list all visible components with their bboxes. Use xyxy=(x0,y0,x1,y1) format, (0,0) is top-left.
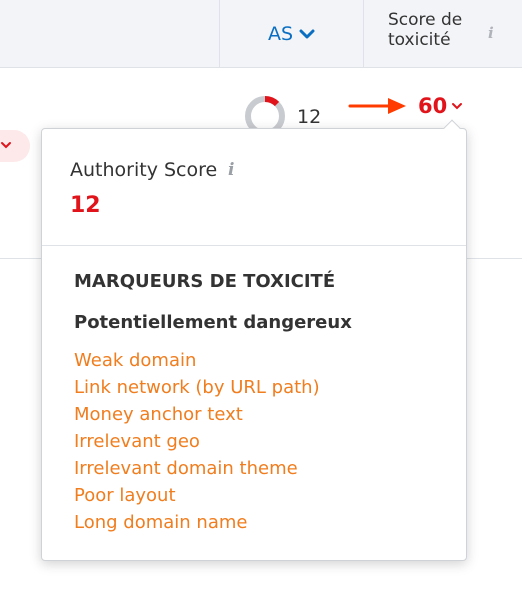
marker-link-poor-layout[interactable]: Poor layout xyxy=(74,482,320,509)
toxicity-popover: Authority Score i 12 MARQUEURS DE TOXICI… xyxy=(41,119,467,561)
marker-link-money-anchor[interactable]: Money anchor text xyxy=(74,401,320,428)
authority-score-value: 12 xyxy=(297,106,322,128)
toxicity-markers-subtitle: Potentiellement dangereux xyxy=(74,312,352,333)
chevron-down-icon xyxy=(299,29,315,39)
popover-as-title: Authority Score xyxy=(70,159,218,181)
info-icon[interactable]: i xyxy=(488,24,494,42)
column-header-as[interactable]: AS xyxy=(220,0,363,68)
column-header-toxicity-label: Score de toxicité xyxy=(388,10,463,50)
popover-authority-section: Authority Score i 12 xyxy=(42,129,466,246)
toxicity-markers-title: MARQUEURS DE TOXICITÉ xyxy=(74,271,336,292)
marker-link-long-domain[interactable]: Long domain name xyxy=(74,509,320,536)
chevron-down-icon xyxy=(1,142,11,149)
column-header-as-label: AS xyxy=(267,23,294,45)
toxicity-score-button[interactable]: 60 xyxy=(418,94,463,118)
table-header: AS Score de toxicité i xyxy=(0,0,522,68)
marker-link-link-network[interactable]: Link network (by URL path) xyxy=(74,374,320,401)
popover-as-value: 12 xyxy=(70,193,101,218)
info-icon[interactable]: i xyxy=(228,160,234,180)
marker-link-irrelevant-theme[interactable]: Irrelevant domain theme xyxy=(74,455,320,482)
status-badge[interactable] xyxy=(0,130,30,162)
marker-link-weak-domain[interactable]: Weak domain xyxy=(74,347,320,374)
toxicity-score-value: 60 xyxy=(418,94,448,118)
arrow-right-icon xyxy=(348,98,406,114)
column-header-toxicity[interactable]: Score de toxicité i xyxy=(364,10,522,62)
toxicity-marker-list: Weak domain Link network (by URL path) M… xyxy=(74,347,320,536)
chevron-down-icon xyxy=(452,103,463,110)
marker-link-irrelevant-geo[interactable]: Irrelevant geo xyxy=(74,428,320,455)
